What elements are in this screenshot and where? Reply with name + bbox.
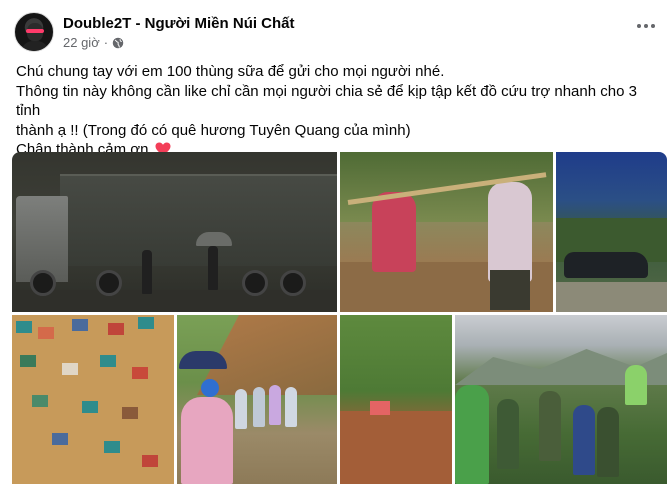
photo-car-under-tree[interactable] [556,152,667,312]
photo-person-poncho [625,365,647,405]
photo-soldiers-clearing[interactable] [455,315,667,484]
photo-house [108,323,124,335]
photo-soldier [573,405,595,475]
photo-house [122,407,138,419]
photo-helmet [201,379,219,397]
author-name[interactable]: Double2T - Người Miền Núi Chất [63,14,295,33]
globe-icon[interactable] [112,37,124,49]
photo-house [72,319,88,331]
photo-person [235,389,247,429]
avatar-glasses [26,29,44,33]
photo-house [20,355,36,367]
avatar[interactable] [14,12,54,52]
photo-house [32,395,48,407]
photo-flooded-village[interactable] [12,315,174,484]
photo-person [208,246,218,290]
post-text-line: Chú chung tay với em 100 thùng sữa để gử… [16,63,445,80]
photo-house [142,455,158,467]
photo-wheel [242,270,268,296]
avatar-body [21,41,49,51]
photo-mudslide [340,411,452,484]
photo-gallery [12,152,667,484]
photo-truck-night[interactable] [12,152,337,312]
photo-landslide-people[interactable] [177,315,337,484]
photo-person [142,250,152,294]
photo-car [564,252,648,278]
separator-dot: · [103,34,109,50]
photo-umbrella [196,232,232,246]
photo-house [82,401,98,413]
facebook-post: Double2T - Người Miền Núi Chất 22 giờ · … [0,0,672,484]
photo-person [285,387,297,427]
photo-house [62,363,78,375]
more-horizontal-icon [651,24,655,28]
post-text-line: thành ạ !! (Trong đó có quê hương Tuyên … [16,121,411,139]
photo-wheel [30,270,56,296]
photo-umbrella [179,351,227,369]
photo-person-green-poncho [455,385,489,484]
photo-person [253,387,265,427]
photo-wheel [280,270,306,296]
photo-house [16,321,32,333]
photo-wheel [96,270,122,296]
photo-landslide-road[interactable] [340,315,452,484]
post-text: Chú chung tay với em 100 thùng sữa để gử… [16,62,656,160]
photo-carrying-pole[interactable] [340,152,553,312]
photo-person-raincoat [488,182,532,282]
photo-debris [370,401,390,415]
photo-person-legs [490,270,530,310]
photo-house [104,441,120,453]
photo-house [138,317,154,329]
post-text-line: Thông tin này không cần like chỉ cần mọi… [16,82,637,120]
photo-truck-box [60,174,337,266]
photo-house [100,355,116,367]
post-meta: Double2T - Người Miền Núi Chất 22 giờ · [63,14,295,51]
photo-house [38,327,54,339]
photo-person [269,385,281,425]
photo-soldier [539,391,561,461]
photo-person-pink [372,192,416,272]
photo-soldier [597,407,619,477]
more-options-button[interactable] [634,16,658,36]
photo-house [132,367,148,379]
post-subline: 22 giờ · [63,35,295,51]
photo-person-poncho [181,397,233,484]
post-time[interactable]: 22 giờ [63,35,100,51]
more-horizontal-icon [644,24,648,28]
photo-house [52,433,68,445]
photo-road [556,282,667,312]
photo-soldier [497,399,519,469]
post-header: Double2T - Người Miền Núi Chất 22 giờ · [14,10,295,54]
more-horizontal-icon [637,24,641,28]
